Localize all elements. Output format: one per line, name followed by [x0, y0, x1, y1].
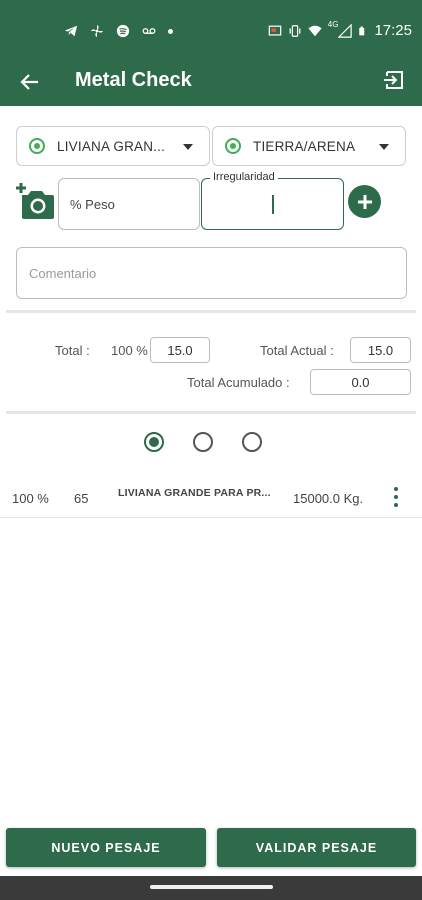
- section-divider: [6, 411, 416, 414]
- plus-icon: [357, 194, 372, 209]
- list-item-name: LIVIANA GRANDE PARA PR...: [118, 487, 271, 499]
- radio-marker-icon: [225, 138, 241, 154]
- cast-icon: [268, 25, 282, 36]
- list-item-percent: 100 %: [12, 491, 49, 506]
- home-gesture-handle[interactable]: [150, 885, 273, 889]
- total-actual-label: Total Actual :: [260, 343, 334, 358]
- total-percent: 100 %: [111, 343, 148, 358]
- status-icons-left: [64, 24, 173, 38]
- validar-pesaje-button[interactable]: VALIDAR PESAJE: [217, 828, 416, 867]
- network-type-label: 4G: [327, 20, 339, 29]
- peso-input[interactable]: % Peso: [58, 178, 200, 230]
- spotify-icon: [116, 24, 130, 38]
- irregularity-type-dropdown-value: TIERRA/ARENA: [253, 138, 356, 154]
- add-photo-icon[interactable]: [14, 180, 56, 222]
- wifi-icon: [308, 25, 322, 36]
- radio-option-2[interactable]: [193, 432, 213, 452]
- notification-dot-icon: [168, 28, 173, 34]
- system-nav-bar: [0, 876, 422, 900]
- comentario-placeholder: Comentario: [29, 266, 97, 281]
- status-icons-right: 4G 17:25: [268, 20, 412, 39]
- add-irregularity-button[interactable]: [348, 185, 381, 218]
- status-time: 17:25: [374, 22, 412, 39]
- peso-placeholder: % Peso: [70, 197, 115, 212]
- more-options-button[interactable]: [388, 484, 404, 510]
- status-bar: 4G 17:25: [0, 0, 422, 62]
- comentario-input[interactable]: Comentario: [16, 247, 407, 299]
- list-item-code: 65: [74, 491, 89, 506]
- arrow-left-icon: [20, 74, 38, 90]
- material-dropdown[interactable]: LIVIANA GRAN...: [16, 126, 210, 166]
- list-item[interactable]: 100 % 65 LIVIANA GRANDE PARA PR... 15000…: [0, 478, 422, 518]
- irregularidad-label: Irregularidad: [210, 171, 278, 183]
- total-acumulado-field[interactable]: 0.0: [310, 369, 411, 395]
- section-divider: [6, 310, 416, 313]
- total-actual-field[interactable]: 15.0: [350, 337, 411, 363]
- exit-icon: [384, 71, 403, 89]
- caret-down-icon: [379, 144, 389, 150]
- back-button[interactable]: [14, 66, 46, 98]
- irregularidad-input[interactable]: Irregularidad: [201, 171, 344, 230]
- page-title: Metal Check: [75, 69, 192, 91]
- total-acumulado-label: Total Acumulado :: [187, 375, 290, 390]
- material-dropdown-value: LIVIANA GRAN...: [57, 138, 166, 154]
- app-bar: Metal Check: [0, 62, 422, 106]
- radio-marker-icon: [29, 138, 45, 154]
- radio-option-1[interactable]: [144, 432, 164, 452]
- total-label: Total :: [55, 343, 90, 358]
- signal-icon: [338, 23, 353, 38]
- list-item-weight: 15000.0 Kg.: [293, 491, 364, 506]
- fan-icon: [90, 24, 104, 38]
- caret-down-icon: [183, 144, 193, 150]
- vibrate-icon: [289, 24, 301, 37]
- total-value-field[interactable]: 15.0: [150, 337, 210, 363]
- exit-button[interactable]: [378, 64, 410, 96]
- voicemail-icon: [142, 28, 156, 34]
- telegram-icon: [64, 25, 78, 37]
- more-vert-icon: [394, 487, 398, 491]
- irregularity-type-dropdown[interactable]: TIERRA/ARENA: [212, 126, 406, 166]
- text-cursor: [272, 195, 274, 214]
- more-vert-icon-dot: [394, 495, 398, 499]
- radio-option-3[interactable]: [242, 432, 262, 452]
- nuevo-pesaje-button[interactable]: NUEVO PESAJE: [6, 828, 206, 867]
- more-vert-icon-dot: [394, 503, 398, 507]
- battery-icon: [359, 26, 365, 35]
